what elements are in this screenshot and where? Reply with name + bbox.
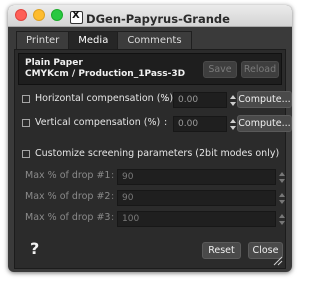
spinner-down-icon[interactable] — [279, 221, 285, 225]
drop-3-label: Max % of drop #3 — [25, 212, 111, 223]
horizontal-compute-button[interactable]: Compute... — [237, 91, 292, 108]
vertical-colon: : — [164, 117, 168, 128]
resize-grip-icon[interactable] — [273, 256, 283, 266]
drop-1-colon: : — [111, 170, 115, 181]
tab-bar: Printer Media Comments — [16, 31, 192, 49]
spinner-up-icon[interactable] — [230, 95, 236, 99]
drop-1-label: Max % of drop #1 — [25, 170, 111, 181]
window-title: DGen-Papyrus-Grande — [86, 12, 230, 26]
print-mode: CMYKcm / Production_1Pass-3D — [25, 69, 186, 79]
help-icon[interactable]: ? — [30, 239, 39, 258]
vertical-compensation-input[interactable]: 0.00 — [173, 116, 227, 132]
media-panel: Plain Paper CMYKcm / Production_1Pass-3D… — [14, 49, 292, 269]
customize-screening-label: Customize screening parameters (2bit mod… — [35, 148, 280, 159]
reset-button[interactable]: Reset — [202, 242, 241, 259]
tab-comments[interactable]: Comments — [117, 31, 192, 49]
horizontal-compensation-checkbox[interactable] — [22, 95, 30, 103]
vertical-compensation-row: Vertical compensation (%) : 0.00 Compute… — [22, 115, 292, 132]
title-bar[interactable]: DGen-Papyrus-Grande — [8, 5, 292, 27]
spinner-up-icon[interactable] — [279, 193, 285, 197]
reload-button[interactable]: Reload — [241, 61, 279, 78]
spinner-down-icon[interactable] — [279, 200, 285, 204]
title-wrap: DGen-Papyrus-Grande — [8, 8, 292, 27]
drop-2-label: Max % of drop #2 — [25, 191, 111, 202]
drop-1-row: Max % of drop #1 : 90 — [22, 169, 287, 185]
spinner-up-icon[interactable] — [230, 119, 236, 123]
x11-icon — [70, 10, 84, 24]
drop-3-colon: : — [111, 212, 115, 223]
drop-3-row: Max % of drop #3 : 100 — [22, 211, 287, 227]
spinner-down-icon[interactable] — [230, 102, 236, 106]
media-info-box: Plain Paper CMYKcm / Production_1Pass-3D… — [18, 53, 282, 85]
drop-2-spinner[interactable] — [279, 190, 287, 206]
spinner-down-icon[interactable] — [279, 179, 285, 183]
customize-screening-checkbox[interactable] — [22, 150, 30, 158]
drop-3-input[interactable]: 100 — [117, 211, 276, 227]
vertical-compute-button[interactable]: Compute... — [237, 115, 292, 132]
drop-3-spinner[interactable] — [279, 211, 287, 227]
spinner-up-icon[interactable] — [279, 172, 285, 176]
save-button[interactable]: Save — [203, 61, 237, 78]
screening-row: Customize screening parameters (2bit mod… — [22, 147, 282, 163]
spinner-down-icon[interactable] — [230, 126, 236, 130]
horizontal-compensation-input[interactable]: 0.00 — [173, 92, 227, 108]
paper-name: Plain Paper — [25, 58, 83, 68]
tab-media[interactable]: Media — [68, 31, 119, 49]
horizontal-compensation-label: Horizontal compensation (%) — [35, 93, 174, 104]
horizontal-colon: : — [164, 93, 168, 104]
tab-printer[interactable]: Printer — [16, 31, 70, 49]
drop-2-colon: : — [111, 191, 115, 202]
dialog-window: DGen-Papyrus-Grande Printer Media Commen… — [8, 5, 292, 272]
drop-1-input[interactable]: 90 — [117, 169, 276, 185]
spinner-up-icon[interactable] — [279, 214, 285, 218]
vertical-compensation-label: Vertical compensation (%) — [35, 117, 161, 128]
horizontal-compensation-row: Horizontal compensation (%) : 0.00 Compu… — [22, 91, 292, 108]
drop-1-spinner[interactable] — [279, 169, 287, 185]
vertical-compensation-checkbox[interactable] — [22, 119, 30, 127]
drop-2-row: Max % of drop #2 : 90 — [22, 190, 287, 206]
drop-2-input[interactable]: 90 — [117, 190, 276, 206]
